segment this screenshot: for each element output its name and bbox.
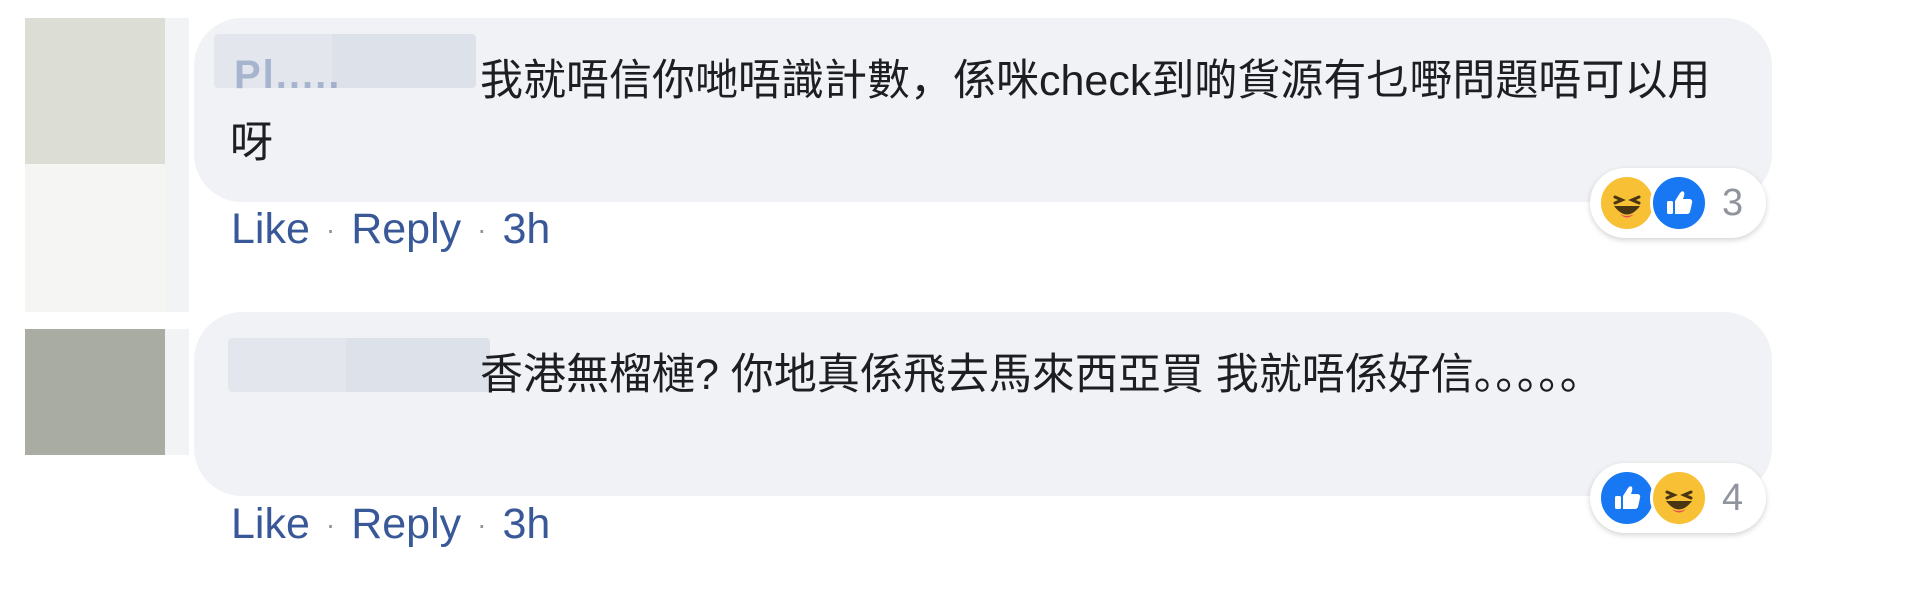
avatar-divider xyxy=(165,18,189,312)
avatar-divider xyxy=(165,329,189,455)
haha-icon xyxy=(1598,174,1656,232)
reaction-count: 3 xyxy=(1722,181,1744,224)
separator-dot: · xyxy=(477,213,487,245)
comment-actions: Like · Reply · 3h xyxy=(231,500,550,549)
comment-text: 我就唔信你哋唔識計數，係咪check到啲貨源有乜嘢問題唔可以用呀 xyxy=(230,57,1711,167)
avatar[interactable] xyxy=(25,329,165,455)
avatar-lower-area xyxy=(25,164,165,312)
comment-bubble: Pl..... 我就唔信你哋唔識計數，係咪check到啲貨源有乜嘢問題唔可以用呀 xyxy=(194,18,1772,202)
timestamp-link[interactable]: 3h xyxy=(502,205,550,254)
reaction-count: 4 xyxy=(1722,476,1744,519)
avatar[interactable] xyxy=(25,18,165,164)
separator-dot: · xyxy=(325,508,336,540)
timestamp-link[interactable]: 3h xyxy=(502,500,550,549)
reaction-summary[interactable]: 4 xyxy=(1590,463,1766,533)
reply-link[interactable]: Reply xyxy=(351,205,461,254)
comment-actions: Like · Reply · 3h xyxy=(231,205,550,254)
haha-icon xyxy=(1650,469,1708,527)
like-link[interactable]: Like xyxy=(231,500,310,549)
like-icon xyxy=(1650,174,1708,232)
comment-bubble: 香港無榴槤? 你地真係飛去馬來西亞買 我就唔係好信。。。。。 xyxy=(194,312,1772,496)
like-link[interactable]: Like xyxy=(231,205,310,254)
like-icon xyxy=(1598,469,1656,527)
comment-text: 香港無榴槤? 你地真係飛去馬來西亞買 我就唔係好信。。。。。 xyxy=(480,351,1603,399)
reaction-summary[interactable]: 3 xyxy=(1590,168,1766,238)
reply-link[interactable]: Reply xyxy=(351,500,461,549)
separator-dot: · xyxy=(477,508,487,540)
separator-dot: · xyxy=(325,213,336,245)
